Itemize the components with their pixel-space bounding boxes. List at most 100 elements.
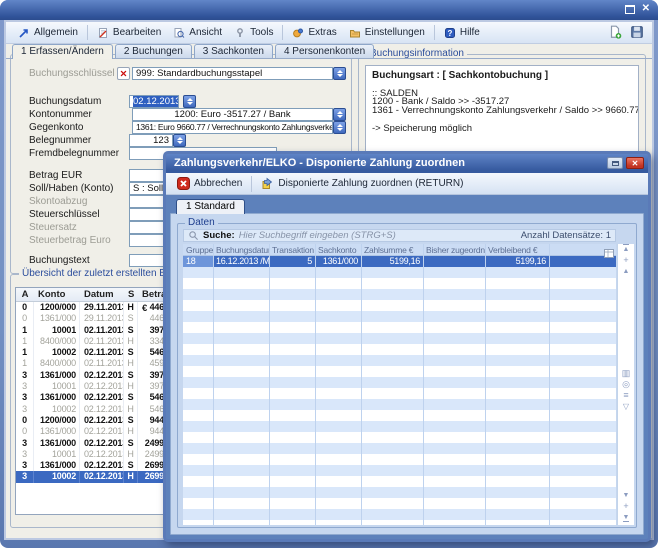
col-zahlsumme: Zahlsumme € [361, 244, 423, 255]
menu-hilfe[interactable]: ? Hilfe [438, 25, 486, 41]
menu-tools[interactable]: Tools [228, 25, 279, 41]
dialog-close-icon[interactable] [626, 157, 644, 169]
gegenkonto-field[interactable]: 1361: Euro 9660.77 / Verrechnungskonto Z… [132, 121, 333, 134]
cancel-label: Abbrechen [194, 178, 242, 189]
kontonummer-field[interactable]: 1200: Euro -3517.27 / Bank [132, 108, 333, 121]
tab-erfassen-aendern[interactable]: 1 Erfassen/Ändern [12, 44, 113, 59]
tab-personenkonten[interactable]: 4 Personenkonten [275, 44, 374, 58]
gegenkonto-dropdown[interactable] [333, 121, 346, 134]
search-bar[interactable]: Suche: Hier Suchbegriff eingeben (STRG+S… [183, 229, 616, 242]
kontonummer-label: Kontonummer [29, 108, 92, 121]
menu-einstellungen[interactable]: Einstellungen [343, 25, 431, 41]
menu-label: Einstellungen [365, 27, 425, 38]
close-icon[interactable] [642, 4, 650, 14]
search-icon [188, 230, 199, 241]
cell-bisher [423, 256, 485, 267]
cell-sachkonto: 1361/000 [315, 256, 361, 267]
dialog-maximize-icon[interactable] [607, 157, 623, 169]
buchungsschluessel-label: Buchungsschlüssel [29, 67, 115, 80]
dialog-panel: Daten Suche: Hier Suchbegriff eingeben (… [170, 213, 644, 535]
cancel-button[interactable]: Abbrechen [172, 175, 247, 192]
belegnummer-spinner[interactable] [173, 134, 186, 147]
dialog-body: 1 Standard Daten Suche: Hier Suchbegriff… [166, 195, 648, 539]
buchungsdatum-spinner[interactable] [183, 95, 196, 108]
assign-payment-button[interactable]: Disponierte Zahlung zuordnen (RETURN) [256, 175, 468, 192]
tab-sachkonten[interactable]: 3 Sachkonten [194, 44, 273, 58]
selected-date-text: 02.12.2013 [133, 96, 179, 107]
search-placeholder: Hier Suchbegriff eingeben (STRG+S) [239, 230, 396, 241]
tab-standard[interactable]: 1 Standard [176, 199, 245, 214]
menu-bearbeiten[interactable]: Bearbeiten [91, 25, 167, 41]
col-sachkonto: Sachkonto [315, 244, 361, 255]
table-nav-strip[interactable] [617, 244, 634, 525]
goto-last-icon[interactable] [618, 512, 634, 523]
menu-separator [282, 25, 283, 40]
select-columns-icon[interactable] [604, 245, 614, 263]
menu-label: Extras [308, 27, 336, 38]
menu-allgemein[interactable]: Allgemein [12, 25, 84, 41]
cell-buchungsdatum: 16.12.2013 /Mo [213, 256, 269, 267]
buchungsart-line: Buchungsart : [ Sachkontobuchung ] [372, 72, 632, 81]
buchungsschluessel-dropdown[interactable] [333, 67, 346, 80]
goto-first-icon[interactable] [618, 244, 634, 255]
menu-separator [434, 25, 435, 40]
gegenkonto-label: Gegenkonto [29, 121, 84, 134]
clear-button[interactable] [117, 67, 130, 80]
toolbar-separator [251, 176, 252, 192]
main-tabs: 1 Erfassen/Ändern 2 Buchungen 3 Sachkont… [12, 44, 376, 59]
menu-label: Allgemein [34, 27, 78, 38]
daten-group-label: Daten [185, 217, 218, 228]
add-row-icon[interactable] [618, 255, 634, 266]
menu-ansicht[interactable]: Ansicht [167, 25, 228, 41]
new-document-icon[interactable] [608, 25, 622, 39]
find-icon[interactable] [618, 379, 634, 390]
assign-icon [261, 177, 274, 190]
dialog-titlebar[interactable]: Zahlungsverkehr/ELKO - Disponierte Zahlu… [166, 154, 648, 173]
menu-label: Hilfe [460, 27, 480, 38]
col-transaktion: Transaktion [269, 244, 315, 255]
cell-verbleibend: 5199,16 [485, 256, 549, 267]
cell-gruppe: 18 [183, 256, 213, 267]
payment-table-header: Gruppe Buchungsdatum Transaktion Sachkon… [183, 244, 616, 256]
titlebar[interactable]: 6 /Standardbuchungsstapel Zeitraum: 01.2… [0, 0, 658, 20]
buchungstext-label: Buchungstext [29, 254, 90, 267]
help-icon: ? [444, 27, 456, 39]
buchungsinformation-group: Buchungsinformation Buchungsart : [ Sach… [358, 54, 646, 162]
steuerbetrag-euro-label: Steuerbetrag Euro [29, 234, 111, 247]
col-verbleibend: Verbleibend € [485, 244, 549, 255]
restore-icon[interactable] [625, 5, 635, 14]
edit-icon [97, 27, 109, 39]
dialog-zahlungsverkehr: Zahlungsverkehr/ELKO - Disponierte Zahlu… [163, 151, 651, 542]
tab-buchungen[interactable]: 2 Buchungen [115, 44, 192, 58]
save-icon[interactable] [630, 25, 644, 39]
menu-extras[interactable]: Extras [286, 25, 342, 41]
svg-text:?: ? [447, 29, 452, 38]
belegnummer-field[interactable]: 123 [129, 134, 173, 147]
menu-separator [87, 25, 88, 40]
arrow-ne-icon [18, 27, 30, 39]
columns-icon[interactable] [618, 368, 634, 379]
steuerschluessel-label: Steuerschlüssel [29, 208, 100, 221]
soll-haben-label: Soll/Haben (Konto) [29, 182, 114, 195]
cell-transaktion: 5 [269, 256, 315, 267]
kontonummer-dropdown[interactable] [333, 108, 346, 121]
buchungsschluessel-field[interactable]: 999: Standardbuchungsstapel [132, 67, 333, 80]
menu-label: Ansicht [189, 27, 222, 38]
add-row-icon[interactable] [618, 501, 634, 512]
buchungsinformation-text: Buchungsart : [ Sachkontobuchung ] :: SA… [365, 65, 639, 155]
steuersatz-label: Steuersatz [29, 221, 77, 234]
dialog-toolbar: Abbrechen Disponierte Zahlung zuordnen (… [166, 173, 648, 195]
cell-zahlsumme: 5199,16 [361, 256, 423, 267]
assign-label: Disponierte Zahlung zuordnen (RETURN) [278, 178, 463, 189]
daten-group: Daten Suche: Hier Suchbegriff eingeben (… [177, 223, 637, 528]
filter-icon[interactable] [618, 401, 634, 412]
list-icon[interactable] [618, 390, 634, 401]
payment-row-selected[interactable]: 18 16.12.2013 /Mo 5 1361/000 5199,16 519… [183, 256, 616, 267]
view-icon [173, 27, 185, 39]
col-bisher-zugeordnet: Bisher zugeordnet [423, 244, 485, 255]
scroll-down-icon[interactable] [618, 490, 634, 501]
buchungsdatum-field[interactable]: 02.12.2013 [129, 95, 179, 108]
scroll-up-icon[interactable] [618, 266, 634, 277]
col-buchungsdatum: Buchungsdatum [213, 244, 269, 255]
skontoabzug-label: Skontoabzug [29, 195, 87, 208]
